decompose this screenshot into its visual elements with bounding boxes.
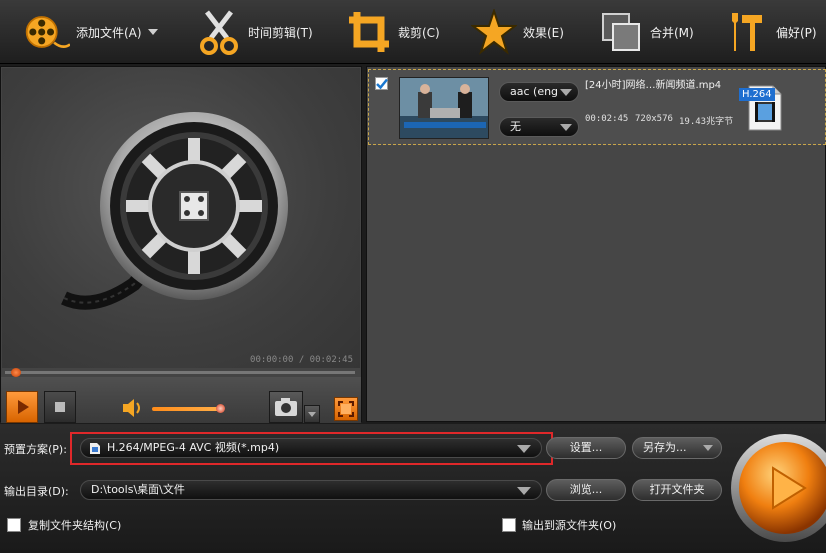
preset-value: H.264/MPEG-4 AVC 视频(*.mp4) (107, 441, 280, 454)
chevron-down-icon (308, 412, 316, 417)
convert-button[interactable] (729, 430, 826, 548)
scissors-icon (196, 9, 242, 55)
effects-button[interactable]: 效果(E) (471, 0, 564, 64)
trim-label: 时间剪辑(T) (248, 25, 313, 40)
format-file-icon[interactable]: H.264 (739, 80, 785, 132)
crop-icon (346, 9, 392, 55)
audio-track-value: aac (eng (510, 85, 559, 98)
trim-button[interactable]: 时间剪辑(T) (196, 0, 313, 64)
file-duration: 00:02:45 (585, 114, 629, 124)
copy-structure-label: 复制文件夹结构(C) (28, 519, 122, 532)
star-icon (471, 9, 517, 55)
toolbar: 添加文件(A) 时间剪辑(T) 裁剪(C) 效果(E) 合并(M) 偏好(P) (0, 0, 826, 64)
speaker-icon[interactable] (121, 397, 145, 419)
file-name: [24小时]网络…新闻频道.mp4 (585, 80, 722, 91)
open-folder-button[interactable]: 打开文件夹 (632, 479, 722, 501)
fullscreen-button[interactable] (334, 397, 358, 421)
film-reel-icon (24, 9, 70, 55)
chevron-down-icon[interactable] (147, 29, 158, 35)
format-badge: H.264 (739, 88, 775, 101)
snapshot-button[interactable] (269, 391, 303, 423)
tools-icon (724, 9, 770, 55)
volume-handle[interactable] (216, 404, 226, 413)
subtitle-value: 无 (510, 120, 521, 133)
subtitle-dropdown[interactable]: 无 (499, 117, 579, 137)
output-dir-label: 输出目录(D): (4, 485, 69, 498)
preferences-label: 偏好(P) (776, 25, 817, 40)
crop-label: 裁剪(C) (398, 25, 440, 40)
preset-dropdown[interactable]: H.264/MPEG-4 AVC 视频(*.mp4) (80, 438, 542, 458)
preferences-button[interactable]: 偏好(P) (724, 0, 817, 64)
play-icon (18, 400, 29, 414)
chevron-down-icon (517, 487, 531, 495)
preview-pane: 00:00:00 / 00:02:45 (0, 66, 362, 423)
output-settings-panel: 预置方案(P): H.264/MPEG-4 AVC 视频(*.mp4) 设置..… (0, 424, 826, 553)
add-file-label: 添加文件(A) (76, 25, 142, 40)
video-file-icon (90, 443, 100, 454)
file-checkbox[interactable] (375, 77, 388, 90)
fullscreen-icon (338, 401, 354, 417)
merge-button[interactable]: 合并(M) (598, 0, 694, 64)
settings-button[interactable]: 设置... (546, 437, 626, 459)
crop-button[interactable]: 裁剪(C) (346, 0, 440, 64)
chevron-down-icon (703, 445, 713, 451)
video-thumbnail (399, 77, 489, 139)
browse-button[interactable]: 浏览... (546, 479, 626, 501)
check-icon (376, 78, 388, 90)
chevron-down-icon (517, 445, 531, 453)
output-to-source-checkbox[interactable] (502, 518, 516, 532)
preview-screen (2, 68, 360, 368)
file-size: 19.43兆字节 (679, 117, 734, 127)
output-to-source-label: 输出到源文件夹(O) (522, 519, 617, 532)
add-file-button[interactable]: 添加文件(A) (24, 0, 158, 64)
chevron-down-icon (560, 89, 572, 96)
output-dir-input[interactable]: D:\tools\桌面\文件 (80, 480, 542, 500)
list-item[interactable]: aac (eng 无 [24小时]网络…新闻频道.mp4 00:02:45 72… (368, 69, 826, 145)
file-list: aac (eng 无 [24小时]网络…新闻频道.mp4 00:02:45 72… (366, 66, 826, 422)
output-dir-value: D:\tools\桌面\文件 (91, 483, 185, 496)
audio-track-dropdown[interactable]: aac (eng (499, 82, 579, 102)
time-readout: 00:00:00 / 00:02:45 (250, 355, 353, 365)
camera-icon (275, 398, 297, 416)
copy-structure-checkbox[interactable] (7, 518, 21, 532)
merge-label: 合并(M) (650, 25, 694, 40)
save-as-label: 另存为... (643, 441, 687, 454)
chevron-down-icon (560, 124, 572, 131)
film-reel-logo-icon (61, 112, 288, 310)
snapshot-menu-button[interactable] (304, 405, 320, 423)
volume-slider[interactable] (152, 407, 224, 411)
playback-controls (1, 377, 361, 423)
convert-play-icon (731, 434, 826, 542)
save-as-button[interactable]: 另存为... (632, 437, 722, 459)
file-resolution: 720x576 (635, 114, 673, 124)
seek-handle[interactable] (10, 368, 21, 377)
merge-icon (598, 9, 644, 55)
play-button[interactable] (6, 391, 38, 423)
effects-label: 效果(E) (523, 25, 564, 40)
preset-label: 预置方案(P): (4, 443, 67, 456)
stop-button[interactable] (44, 391, 76, 423)
seek-bar[interactable] (5, 371, 355, 374)
stop-icon (55, 402, 65, 412)
